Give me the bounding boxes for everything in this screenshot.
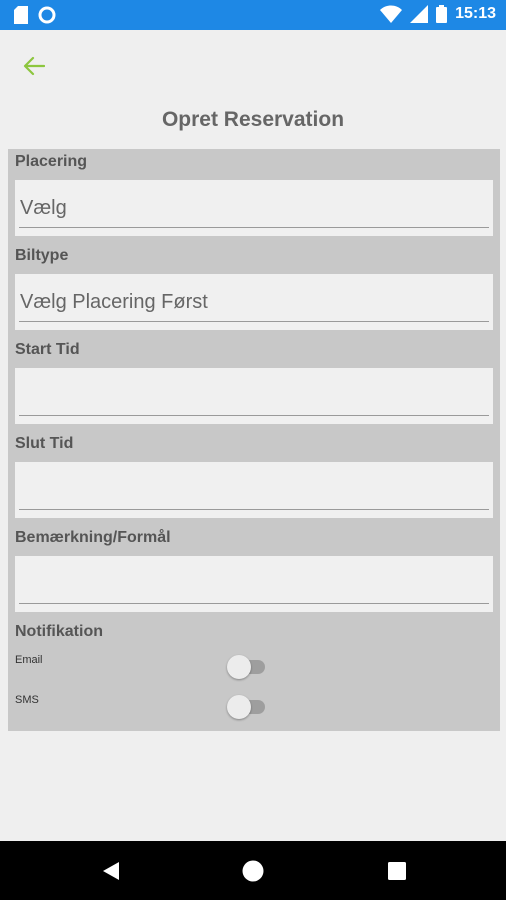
sync-circle-icon <box>38 6 56 24</box>
sms-toggle[interactable] <box>227 695 269 719</box>
placering-value: Vælg <box>20 197 67 219</box>
signal-icon <box>410 5 429 23</box>
status-right-icons: 15:13 <box>380 5 496 23</box>
bemaerkning-field[interactable] <box>15 556 493 612</box>
biltype-picker[interactable]: Vælg Placering Først <box>15 274 493 330</box>
nav-home-button[interactable] <box>241 859 265 883</box>
sms-toggle-thumb <box>227 695 251 719</box>
slut-tid-underline <box>19 509 489 510</box>
reservation-form: Placering Vælg Biltype Vælg Placering Fø… <box>8 149 500 731</box>
placering-underline <box>19 227 489 228</box>
email-toggle[interactable] <box>227 655 269 679</box>
placering-label: Placering <box>15 153 88 170</box>
email-toggle-thumb <box>227 655 251 679</box>
arrow-left-icon <box>23 56 45 76</box>
notifikation-label: Notifikation <box>15 623 103 640</box>
biltype-label: Biltype <box>15 247 69 264</box>
bemaerkning-underline <box>19 603 489 604</box>
battery-icon <box>436 5 448 23</box>
start-tid-label: Start Tid <box>15 341 80 358</box>
placering-picker[interactable]: Vælg <box>15 180 493 236</box>
back-triangle-icon <box>103 862 119 880</box>
email-label: Email <box>15 654 43 666</box>
sms-label: SMS <box>15 694 39 706</box>
wifi-icon <box>380 5 403 23</box>
navigation-bar <box>0 841 506 900</box>
status-time: 15:13 <box>455 5 496 22</box>
sd-card-icon <box>14 6 28 24</box>
slut-tid-field[interactable] <box>15 462 493 518</box>
bemaerkning-label: Bemærkning/Formål <box>15 529 171 546</box>
home-circle-icon <box>242 860 264 882</box>
biltype-value: Vælg Placering Først <box>20 291 208 313</box>
biltype-underline <box>19 321 489 322</box>
nav-back-button[interactable] <box>99 859 123 883</box>
recents-square-icon <box>388 862 406 880</box>
page-title: Opret Reservation <box>161 108 345 131</box>
status-bar: 15:13 <box>0 0 506 30</box>
nav-recents-button[interactable] <box>385 859 409 883</box>
start-tid-field[interactable] <box>15 368 493 424</box>
back-button[interactable] <box>18 50 50 82</box>
status-left-icons <box>14 6 56 24</box>
start-tid-underline <box>19 415 489 416</box>
slut-tid-label: Slut Tid <box>15 435 74 452</box>
